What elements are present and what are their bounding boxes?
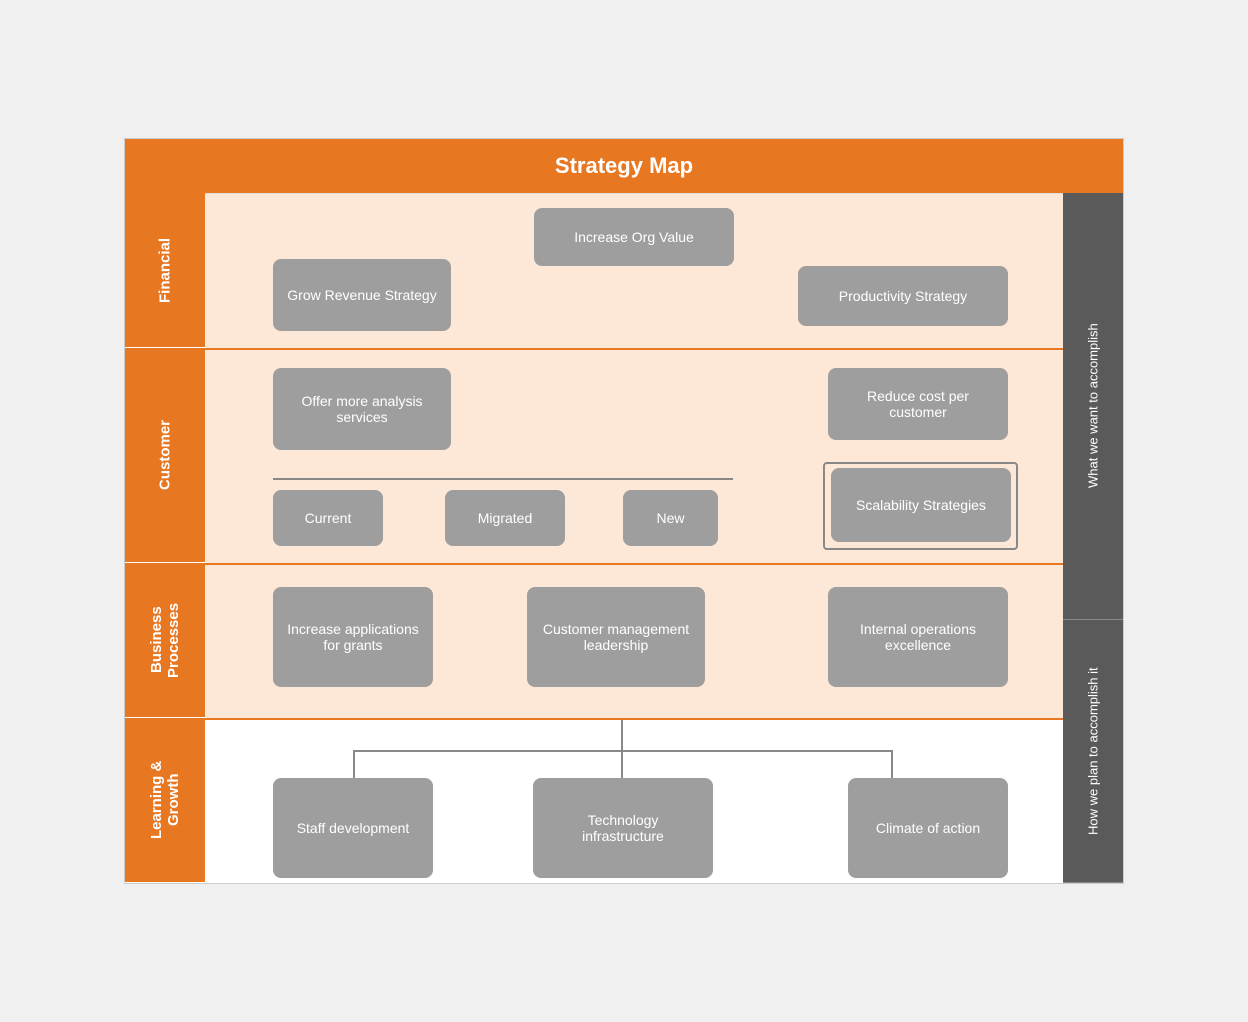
learning-horizontal-line xyxy=(353,750,893,752)
node-migrated[interactable]: Migrated xyxy=(445,490,565,546)
node-internal-ops[interactable]: Internal operations excellence xyxy=(828,587,1008,687)
node-staff[interactable]: Staff development xyxy=(273,778,433,878)
label-business: Business Processes xyxy=(125,563,205,718)
financial-section: Increase Org Value Grow Revenue Strategy… xyxy=(205,193,1063,348)
v-line-left xyxy=(353,750,355,780)
business-section: Increase applications for grants Custome… xyxy=(205,563,1063,718)
right-label-what: What we want to accomplish xyxy=(1063,193,1123,620)
diagram-area: Increase Org Value Grow Revenue Strategy… xyxy=(205,193,1063,883)
node-customer-mgmt[interactable]: Customer management leadership xyxy=(527,587,705,687)
v-line-up xyxy=(621,720,623,750)
strategy-map: Strategy Map Financial Customer Business… xyxy=(124,138,1124,884)
node-new[interactable]: New xyxy=(623,490,718,546)
label-financial: Financial xyxy=(125,193,205,348)
node-scalability[interactable]: Scalability Strategies xyxy=(831,468,1011,542)
header-title: Strategy Map xyxy=(555,153,693,178)
horizontal-line-customer xyxy=(273,478,733,480)
v-line-center xyxy=(621,750,623,780)
node-offer-analysis[interactable]: Offer more analysis services xyxy=(273,368,451,450)
node-reduce-cost[interactable]: Reduce cost per customer xyxy=(828,368,1008,440)
row-labels: Financial Customer Business Processes Le… xyxy=(125,193,205,883)
label-customer: Customer xyxy=(125,348,205,563)
node-current[interactable]: Current xyxy=(273,490,383,546)
label-learning: Learning & Growth xyxy=(125,718,205,883)
customer-section: Offer more analysis services Reduce cost… xyxy=(205,348,1063,563)
node-productivity[interactable]: Productivity Strategy xyxy=(798,266,1008,326)
node-grow-revenue[interactable]: Grow Revenue Strategy xyxy=(273,259,451,331)
right-labels: What we want to accomplish How we plan t… xyxy=(1063,193,1123,883)
node-increase-apps[interactable]: Increase applications for grants xyxy=(273,587,433,687)
header: Strategy Map xyxy=(125,139,1123,193)
v-line-right xyxy=(891,750,893,780)
node-climate[interactable]: Climate of action xyxy=(848,778,1008,878)
node-increase-org-value[interactable]: Increase Org Value xyxy=(534,208,734,266)
node-technology[interactable]: Technology infrastructure xyxy=(533,778,713,878)
right-label-how: How we plan to accomplish it xyxy=(1063,620,1123,883)
learning-section: Staff development Technology infrastruct… xyxy=(205,718,1063,883)
